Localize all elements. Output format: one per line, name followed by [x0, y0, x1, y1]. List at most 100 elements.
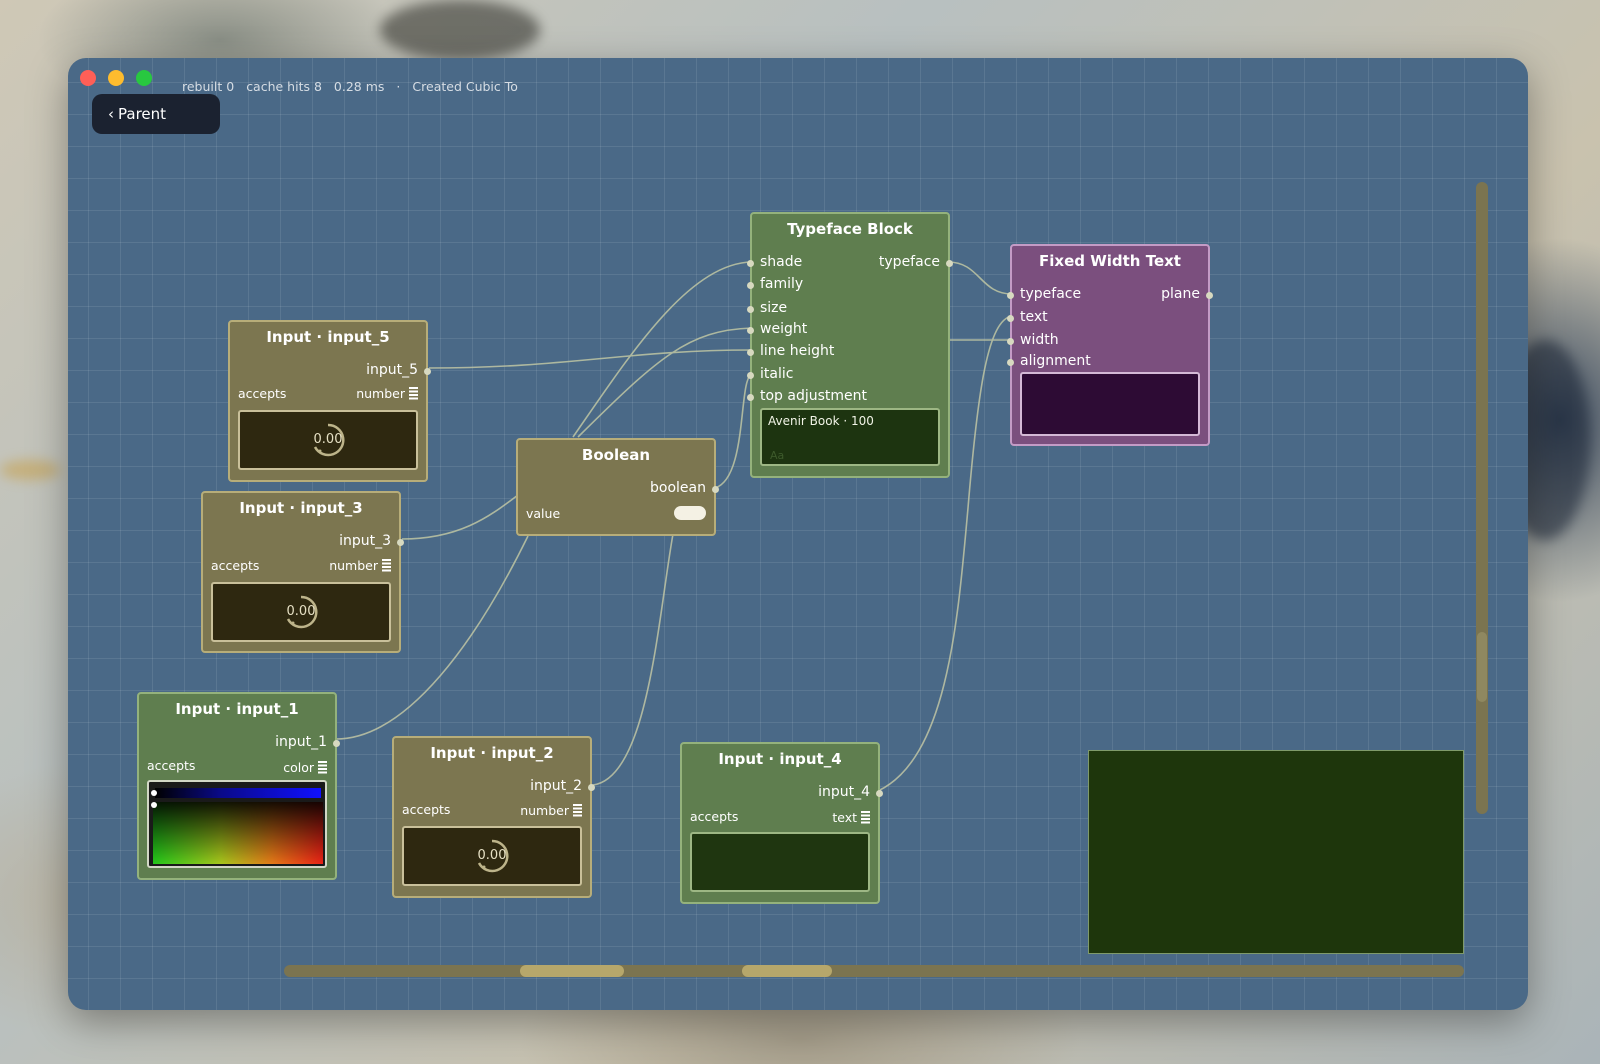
close-window-button[interactable] — [80, 70, 96, 86]
type-stack-icon — [409, 387, 418, 400]
port-label-line-height: line height — [760, 343, 835, 359]
wire-boolean-weight — [577, 327, 753, 438]
input-port[interactable] — [747, 372, 754, 379]
port-label-output: input_3 — [339, 533, 391, 549]
wire-boolean-shade — [572, 261, 753, 438]
parent-button[interactable]: ‹ Parent — [92, 94, 220, 134]
status-rebuilt: rebuilt 0 — [182, 79, 235, 94]
port-label-width: width — [1020, 332, 1059, 348]
output-preview-panel — [1088, 750, 1464, 954]
accepts-type-label: number — [520, 803, 569, 818]
status-time: 0.28 ms — [333, 79, 385, 94]
number-dial-panel[interactable]: 0.00 — [402, 826, 582, 886]
typeface-preview-label: Avenir Book · 100 — [768, 414, 874, 428]
wire-typeface-typeface — [947, 261, 1013, 295]
accepts-type-label: number — [329, 558, 378, 573]
dial-value: 0.00 — [286, 604, 316, 619]
boolean-node[interactable]: Boolean boolean value — [516, 438, 719, 536]
saturation-value-field[interactable] — [153, 802, 323, 864]
parent-button-label: Parent — [118, 105, 167, 123]
input-2-node[interactable]: Input · input_2 input_2 accepts number 0… — [392, 736, 595, 898]
type-stack-icon — [318, 761, 327, 774]
output-port[interactable] — [712, 486, 719, 493]
vertical-scrollbar-thumb[interactable] — [1477, 632, 1487, 702]
port-label-output: boolean — [650, 480, 706, 496]
input-1-node[interactable]: Input · input_1 input_1 accepts color — [137, 692, 340, 880]
status-bar: rebuilt 0 cache hits 8 0.28 ms · Created… — [182, 79, 518, 94]
wire-input3-boolean — [401, 494, 519, 540]
typeface-block-node[interactable]: Typeface Block shade typeface family siz… — [747, 212, 953, 478]
color-handle[interactable] — [151, 802, 157, 808]
input-port[interactable] — [1007, 292, 1014, 299]
accepts-type-label: text — [832, 810, 857, 825]
output-port[interactable] — [876, 790, 883, 797]
accepts-type-label: number — [356, 386, 405, 401]
output-port[interactable] — [397, 539, 404, 546]
input-port[interactable] — [747, 327, 754, 334]
status-cache-hits: cache hits 8 — [246, 79, 322, 94]
accepts-label: accepts — [238, 386, 287, 401]
number-dial-panel[interactable]: 0.00 — [211, 582, 391, 642]
minimize-window-button[interactable] — [108, 70, 124, 86]
wire-input2-boolean — [592, 533, 674, 786]
input-4-node[interactable]: Input · input_4 input_4 accepts text — [680, 742, 883, 904]
input-3-node[interactable]: Input · input_3 input_3 accepts number 0… — [201, 491, 404, 653]
output-port[interactable] — [588, 784, 595, 791]
output-port[interactable] — [333, 740, 340, 747]
port-label-typeface-out: typeface — [878, 254, 940, 270]
port-label-output: input_5 — [366, 362, 418, 378]
boolean-toggle[interactable] — [674, 506, 706, 520]
text-input-field[interactable] — [690, 832, 870, 892]
input-port[interactable] — [747, 260, 754, 267]
dial-value: 0.00 — [313, 432, 343, 447]
node-editor-window: rebuilt 0 cache hits 8 0.28 ms · Created… — [68, 58, 1528, 1010]
port-label-top-adjustment: top adjustment — [760, 388, 868, 404]
status-message: Created Cubic To — [412, 79, 518, 94]
output-port[interactable] — [424, 368, 431, 375]
input-5-node[interactable]: Input · input_5 input_5 accepts number 0… — [228, 320, 431, 482]
input-port[interactable] — [1007, 359, 1014, 366]
dial-value: 0.00 — [477, 848, 507, 863]
port-label-family: family — [760, 276, 804, 292]
port-label-size: size — [760, 300, 788, 316]
color-picker[interactable] — [147, 780, 327, 868]
input-port[interactable] — [747, 282, 754, 289]
node-title: Input · input_3 — [239, 499, 363, 517]
wire-boolean-italic — [714, 373, 753, 489]
status-separator: · — [396, 79, 401, 94]
hue-handle[interactable] — [151, 790, 157, 796]
input-port[interactable] — [747, 394, 754, 401]
zoom-window-button[interactable] — [136, 70, 152, 86]
plane-preview — [1020, 372, 1200, 436]
number-dial-panel[interactable]: 0.00 — [238, 410, 418, 470]
type-stack-icon — [573, 804, 582, 817]
accepts-type: color — [283, 760, 327, 775]
fixed-width-text-node[interactable]: Fixed Width Text typeface plane text wid… — [1007, 244, 1213, 446]
horizontal-scrollbar-thumb[interactable] — [742, 965, 832, 977]
node-title: Input · input_4 — [718, 750, 842, 768]
typeface-preview: Avenir Book · 100 Aa — [760, 408, 940, 466]
wire-input5-lineheight — [428, 349, 753, 369]
accepts-label: accepts — [690, 809, 739, 824]
accepts-type: number — [329, 558, 391, 573]
port-label-plane-out: plane — [1161, 286, 1200, 302]
vertical-scrollbar[interactable] — [1476, 182, 1488, 814]
chevron-left-icon: ‹ — [108, 105, 114, 123]
horizontal-scrollbar-thumb[interactable] — [520, 965, 624, 977]
port-label-text: text — [1020, 309, 1048, 325]
horizontal-scrollbar[interactable] — [284, 965, 1464, 977]
accepts-label: accepts — [211, 558, 260, 573]
port-label-output: input_1 — [275, 734, 327, 750]
output-port[interactable] — [1206, 292, 1213, 299]
accepts-label: accepts — [402, 802, 451, 817]
hue-slider[interactable] — [155, 788, 321, 798]
input-port[interactable] — [1007, 315, 1014, 322]
input-port[interactable] — [747, 306, 754, 313]
input-port[interactable] — [747, 349, 754, 356]
port-label-output: input_4 — [818, 784, 870, 800]
input-port[interactable] — [1007, 338, 1014, 345]
output-port[interactable] — [946, 260, 953, 267]
accepts-type: number — [520, 803, 582, 818]
port-label-output: input_2 — [530, 778, 582, 794]
node-title: Boolean — [581, 446, 651, 464]
